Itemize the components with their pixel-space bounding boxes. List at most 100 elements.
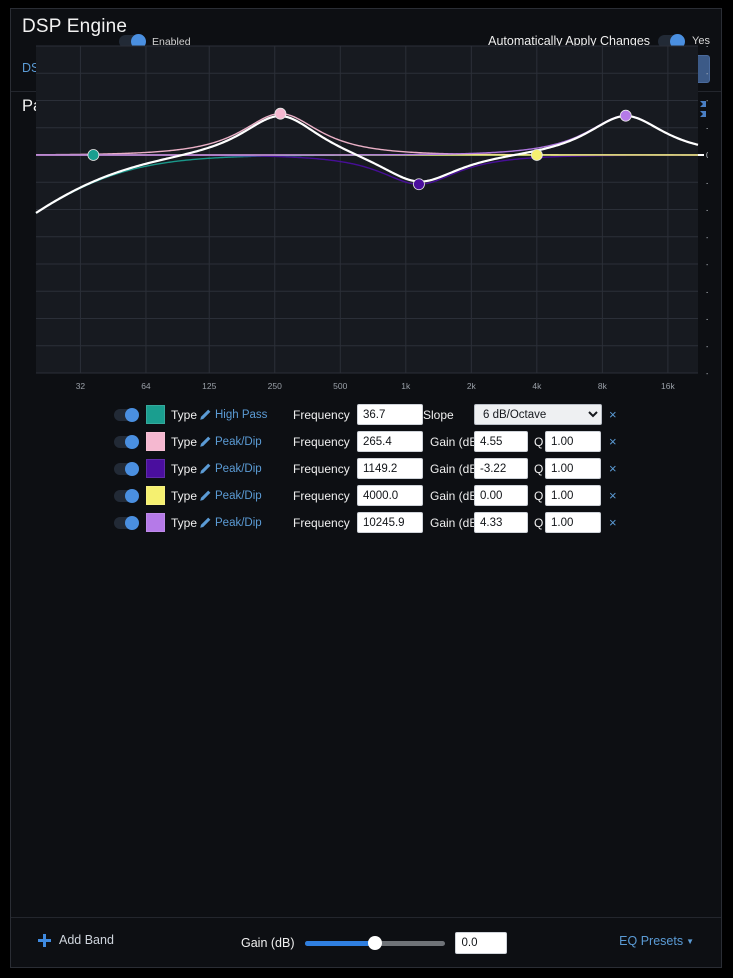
dsp-application: DSP Engine Enabled Automatically Apply C… [0,0,733,978]
band-frequency-input[interactable] [357,485,423,506]
eq-presets-dropdown[interactable]: EQ Presets ▼ [619,934,694,948]
eq-band-row: TypePeak/DipFrequencyGain (dB)Q× [11,428,721,455]
svg-text:500: 500 [333,381,347,391]
add-band-label: Add Band [59,933,114,947]
toggle-switch-on[interactable] [114,461,139,476]
eq-curve-canvas[interactable]: +12 +9 +6 +3 0dB -3 -6 -9 -12 -15 -18 -21 -24 32 64 12… [26,44,708,399]
band-frequency-input[interactable] [357,512,423,533]
pencil-icon[interactable] [199,435,211,447]
eq-band-row: TypePeak/DipFrequencyGain (dB)Q× [11,482,721,509]
chevron-down-icon: ▼ [686,937,694,946]
eq-footer: Add Band Gain (dB) EQ Presets▼ [11,917,721,967]
svg-text:-3: -3 [706,177,708,187]
band-type-value[interactable]: Peak/Dip [215,436,262,448]
band-delete-button[interactable]: × [609,408,617,421]
add-band-button[interactable]: Add Band [38,933,114,947]
band-q-input[interactable] [545,485,601,506]
band-type-value[interactable]: Peak/Dip [215,463,262,475]
band-enable-toggle[interactable] [114,515,139,530]
svg-text:-6: -6 [706,205,708,215]
svg-text:2k: 2k [467,381,477,391]
band-type-label: Type [171,407,198,422]
band-gain-input[interactable] [474,485,528,506]
eq-band-row: TypePeak/DipFrequencyGain (dB)Q× [11,455,721,482]
band-gain-input[interactable] [474,431,528,452]
svg-text:1k: 1k [401,381,411,391]
band-color-swatch[interactable] [146,432,165,451]
band-enable-toggle[interactable] [114,461,139,476]
svg-text:250: 250 [268,381,282,391]
svg-text:-24: -24 [706,368,708,378]
band-type-label: Type [171,515,198,530]
band-type-value[interactable]: Peak/Dip [215,490,262,502]
band-color-swatch[interactable] [146,513,165,532]
band-frequency-label: Frequency [293,488,350,503]
eq-response-graph[interactable]: +12 +9 +6 +3 0dB -3 -6 -9 -12 -15 -18 -21 -24 32 64 12… [26,44,708,399]
band-type-value[interactable]: High Pass [215,409,267,421]
eq-band-row: TypePeak/DipFrequencyGain (dB)Q× [11,509,721,536]
svg-text:-21: -21 [706,341,708,351]
y-axis-labels: +12 +9 +6 +3 0dB -3 -6 -9 -12 -15 -18 -21 -24 [698,44,708,378]
svg-text:-12: -12 [706,259,708,269]
svg-text:8k: 8k [598,381,608,391]
band-q-label: Q [534,488,544,503]
svg-text:+12: +12 [706,44,708,51]
pencil-icon[interactable] [199,408,211,420]
band-enable-toggle[interactable] [114,488,139,503]
svg-text:-18: -18 [706,314,708,324]
eq-band-row: Type High Pass Frequency Slope 6 dB/Octave × [11,401,721,428]
band-delete-button[interactable]: × [609,489,617,502]
svg-text:-15: -15 [706,286,708,296]
toggle-switch-on[interactable] [114,407,139,422]
svg-text:64: 64 [141,381,151,391]
band-enable-toggle[interactable] [114,434,139,449]
band-type-label: Type [171,434,198,449]
band-enable-toggle[interactable] [114,407,139,422]
pencil-icon[interactable] [199,489,211,501]
band-frequency-label: Frequency [293,515,350,530]
band-gain-input[interactable] [474,458,528,479]
band-color-swatch[interactable] [146,405,165,424]
plus-icon [38,933,51,947]
band-frequency-label: Frequency [293,434,350,449]
svg-text:16k: 16k [661,381,675,391]
eq-presets-label: EQ Presets [619,934,684,948]
band-color-swatch[interactable] [146,486,165,505]
band-type-label: Type [171,461,198,476]
band-frequency-label: Frequency [293,461,350,476]
svg-text:+6: +6 [706,96,708,106]
pencil-icon[interactable] [199,516,211,528]
x-axis-labels: 32 64 125 250 500 1k 2k 4k 8k 16k [76,381,676,391]
band-color-swatch[interactable] [146,459,165,478]
band-frequency-input[interactable] [357,458,423,479]
dsp-panel: DSP Engine Enabled Automatically Apply C… [10,8,722,968]
band-q-input[interactable] [545,458,601,479]
eq-bands-list: TypeHigh PassFrequencySlope6 dB/Octave×T… [11,401,721,536]
svg-text:-9: -9 [706,232,708,242]
band-slope-select[interactable]: 6 dB/Octave [474,404,602,425]
band-delete-button[interactable]: × [609,462,617,475]
master-gain-input[interactable] [454,932,507,954]
toggle-switch-on[interactable] [114,434,139,449]
band-type-label: Type [171,488,198,503]
pencil-icon[interactable] [199,462,211,474]
band-q-input[interactable] [545,431,601,452]
master-gain-slider[interactable] [304,936,445,950]
band-delete-button[interactable]: × [609,516,617,529]
svg-text:125: 125 [202,381,216,391]
band-frequency-label: Frequency [293,407,350,422]
master-gain-group: Gain (dB) [241,932,507,954]
band-gain-input[interactable] [474,512,528,533]
band-q-label: Q [534,515,544,530]
slider-fill [304,940,375,946]
band-type-value[interactable]: Peak/Dip [215,517,262,529]
band-frequency-input[interactable] [357,431,423,452]
toggle-switch-on[interactable] [114,488,139,503]
band-frequency-input[interactable] [357,404,423,425]
toggle-switch-on[interactable] [114,515,139,530]
slider-thumb[interactable] [367,936,382,950]
band-q-input[interactable] [545,512,601,533]
band-slope-label: Slope [423,407,454,422]
band-q-label: Q [534,434,544,449]
band-delete-button[interactable]: × [609,435,617,448]
